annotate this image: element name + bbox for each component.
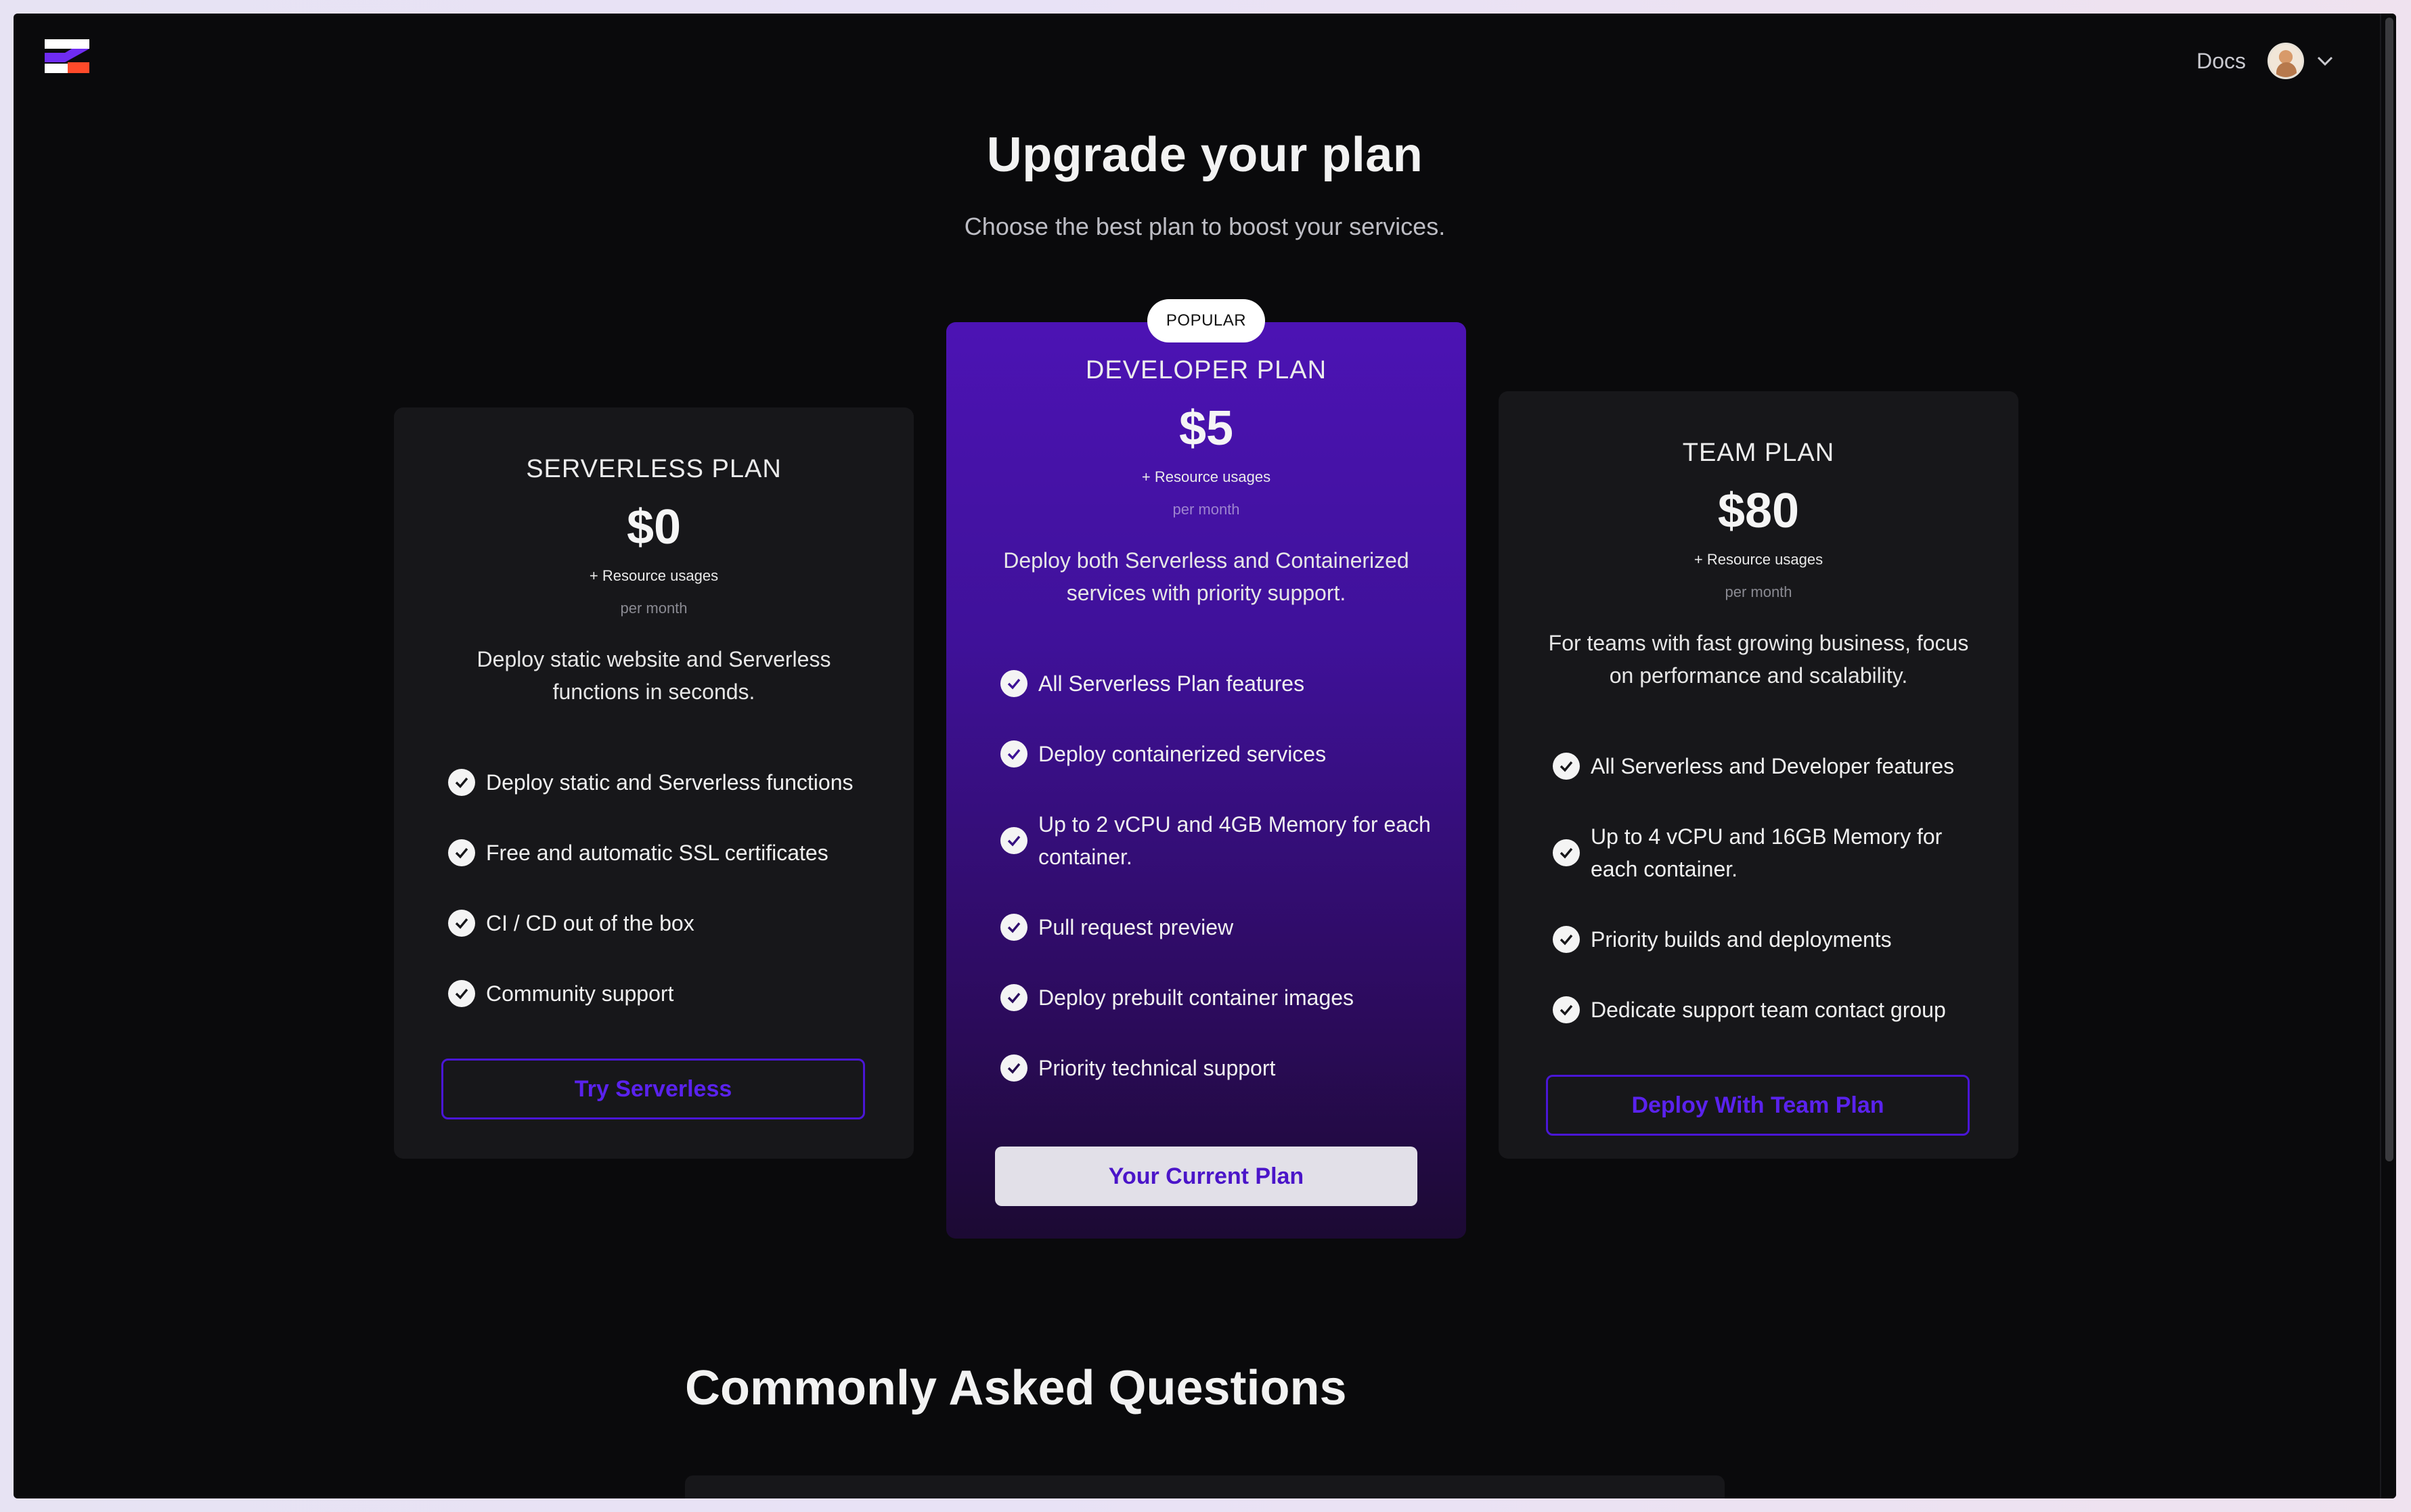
feature-text: Deploy containerized services: [1038, 742, 1327, 766]
try-serverless-button[interactable]: Try Serverless: [441, 1059, 865, 1119]
feature-text: Priority builds and deployments: [1591, 927, 1892, 952]
feature-text: Deploy prebuilt container images: [1038, 985, 1354, 1010]
feature-text: Pull request preview: [1038, 915, 1234, 939]
feature-text: Priority technical support: [1038, 1056, 1276, 1080]
resource-usages-note: + Resource usages: [1141, 468, 1271, 485]
scrollbar[interactable]: [2380, 14, 2396, 1498]
check-circle-icon: [448, 769, 475, 796]
developer-plan-card: DEVELOPER PLAN $5 + Resource usages per …: [946, 322, 1466, 1239]
price-period: per month: [1725, 583, 1792, 600]
plan-price: $5: [1178, 401, 1234, 455]
check-circle-icon: [1553, 926, 1580, 953]
zeabur-logo[interactable]: [45, 39, 89, 73]
current-plan-button[interactable]: Your Current Plan: [995, 1147, 1417, 1206]
check-circle-icon: [1000, 984, 1027, 1011]
feature-item: Up to 2 vCPU and 4GB Memory for each con…: [1000, 789, 1432, 892]
check-circle-icon: [448, 839, 475, 866]
check-circle-icon: [1000, 670, 1027, 697]
plan-name: TEAM PLAN: [1682, 439, 1835, 467]
check-circle-icon: [1553, 839, 1580, 866]
feature-item: CI / CD out of the box: [448, 888, 880, 958]
feature-text: Free and automatic SSL certificates: [486, 841, 828, 865]
deploy-team-plan-button[interactable]: Deploy With Team Plan: [1546, 1075, 1970, 1136]
app-window: Docs Upgrade your plan Choose the best p…: [14, 14, 2396, 1498]
feature-text: Up to 2 vCPU and 4GB Memory for each con…: [1038, 812, 1431, 869]
feature-list: All Serverless and Developer features Up…: [1553, 731, 1985, 1045]
check-circle-icon: [1000, 827, 1027, 854]
popular-badge: POPULAR: [1147, 299, 1265, 342]
feature-item: Community support: [448, 958, 880, 1029]
resource-usages-note: + Resource usages: [589, 567, 719, 584]
page-subtitle: Choose the best plan to boost your servi…: [964, 213, 1446, 240]
faq-item[interactable]: [685, 1475, 1725, 1498]
feature-item: Priority technical support: [1000, 1033, 1432, 1103]
check-circle-icon: [1000, 914, 1027, 941]
scrollbar-thumb[interactable]: [2385, 18, 2393, 1161]
serverless-plan-card: SERVERLESS PLAN $0 + Resource usages per…: [394, 407, 914, 1159]
check-circle-icon: [1000, 740, 1027, 768]
plan-name: DEVELOPER PLAN: [1085, 356, 1327, 384]
feature-text: Dedicate support team contact group: [1591, 998, 1946, 1022]
feature-text: CI / CD out of the box: [486, 911, 694, 935]
team-plan-card: TEAM PLAN $80 + Resource usages per mont…: [1499, 391, 2018, 1159]
check-circle-icon: [1553, 753, 1580, 780]
chevron-down-icon[interactable]: [2315, 51, 2335, 71]
feature-list: Deploy static and Serverless functions F…: [448, 747, 880, 1029]
feature-item: Dedicate support team contact group: [1553, 975, 1985, 1045]
feature-text: Deploy static and Serverless functions: [486, 770, 854, 795]
docs-link[interactable]: Docs: [2196, 49, 2246, 74]
feature-text: Community support: [486, 981, 674, 1006]
plan-price: $0: [626, 500, 682, 554]
feature-item: Up to 4 vCPU and 16GB Memory for each co…: [1553, 801, 1985, 904]
feature-item: Pull request preview: [1000, 892, 1432, 962]
plan-description: Deploy static website and Serverless fun…: [477, 647, 831, 704]
check-circle-icon: [1000, 1054, 1027, 1082]
feature-item: Free and automatic SSL certificates: [448, 818, 880, 888]
feature-text: All Serverless Plan features: [1038, 671, 1305, 696]
user-avatar[interactable]: [2268, 43, 2304, 79]
check-circle-icon: [1553, 996, 1580, 1023]
feature-item: All Serverless Plan features: [1000, 648, 1432, 719]
feature-item: All Serverless and Developer features: [1553, 731, 1985, 801]
feature-item: Deploy prebuilt container images: [1000, 962, 1432, 1033]
faq-title: Commonly Asked Questions: [685, 1361, 1347, 1415]
price-period: per month: [1172, 501, 1240, 518]
feature-text: Up to 4 vCPU and 16GB Memory for each co…: [1591, 824, 1943, 881]
feature-item: Priority builds and deployments: [1553, 904, 1985, 975]
feature-item: Deploy containerized services: [1000, 719, 1432, 789]
feature-item: Deploy static and Serverless functions: [448, 747, 880, 818]
check-circle-icon: [448, 910, 475, 937]
feature-list: All Serverless Plan features Deploy cont…: [1000, 648, 1432, 1103]
resource-usages-note: + Resource usages: [1694, 551, 1823, 568]
plan-name: SERVERLESS PLAN: [526, 455, 782, 483]
price-period: per month: [620, 600, 688, 617]
plan-description: Deploy both Serverless and Containerized…: [1003, 548, 1409, 605]
check-circle-icon: [448, 980, 475, 1007]
top-nav: Docs: [2196, 41, 2335, 81]
plan-description: For teams with fast growing business, fo…: [1548, 631, 1969, 688]
feature-text: All Serverless and Developer features: [1591, 754, 1955, 778]
plan-price: $80: [1717, 484, 1800, 538]
page-title: Upgrade your plan: [986, 128, 1423, 182]
